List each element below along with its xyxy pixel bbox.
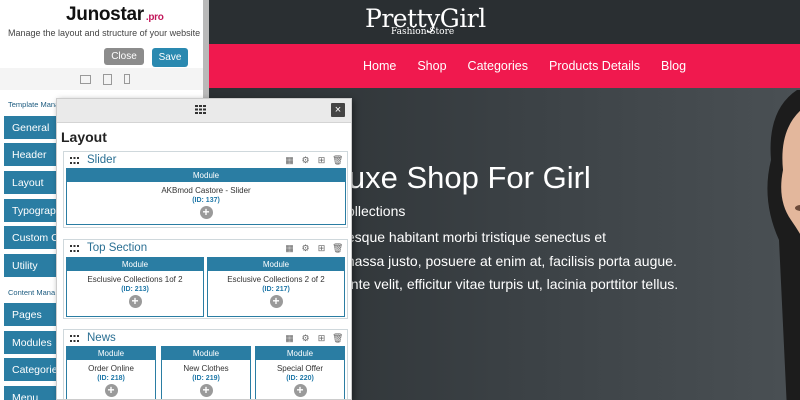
layout-section-slider: Slider ▦ ⚙ ⊞ 🗑 Module AKBmod Castore - S…: [63, 151, 348, 228]
add-icon[interactable]: ⊞: [316, 155, 327, 166]
trash-icon[interactable]: 🗑: [332, 155, 343, 166]
layout-columns-icon[interactable]: ▦: [284, 243, 295, 254]
brand-name: Junostar: [66, 4, 144, 25]
drag-handle-icon[interactable]: [70, 335, 79, 342]
save-button[interactable]: Save: [152, 48, 188, 67]
gear-icon[interactable]: ⚙: [300, 243, 311, 254]
module-name: Esclusive Collections 2 of 2: [227, 275, 325, 284]
add-icon[interactable]: ⊞: [316, 243, 327, 254]
module-id: (ID: 220): [286, 375, 314, 382]
site-nav: Home Shop Categories Products Details Bl…: [209, 44, 800, 88]
module-card: Module New Clothes (ID: 219) +: [161, 346, 251, 399]
module-card: Module AKBmod Castore - Slider (ID: 137)…: [66, 168, 346, 225]
close-icon[interactable]: ×: [331, 103, 345, 117]
trash-icon[interactable]: 🗑: [332, 333, 343, 344]
brand-pro-suffix: .pro: [145, 12, 164, 23]
trash-icon[interactable]: 🗑: [332, 243, 343, 254]
add-module-icon[interactable]: +: [293, 384, 307, 397]
panel-titlebar[interactable]: ×: [57, 99, 351, 123]
add-icon[interactable]: ⊞: [316, 333, 327, 344]
section-title: Slider: [87, 154, 117, 166]
device-switcher: [0, 68, 209, 90]
close-button[interactable]: Close: [104, 48, 144, 65]
tablet-icon[interactable]: [102, 73, 112, 85]
hero-text-line: massa justo, posuere at enim at, facilis…: [343, 253, 677, 269]
nav-shop[interactable]: Shop: [417, 59, 446, 73]
module-header: Module: [67, 258, 203, 271]
template-manager-label: Template Mana: [8, 100, 60, 109]
drag-handle-icon[interactable]: [70, 157, 79, 164]
add-module-icon[interactable]: +: [269, 295, 283, 308]
add-module-icon[interactable]: +: [199, 384, 213, 397]
module-header: Module: [67, 347, 155, 360]
module-header: Module: [256, 347, 344, 360]
grid-drag-icon[interactable]: [195, 105, 206, 114]
module-id: (ID: 213): [121, 286, 149, 293]
module-name: AKBmod Castore - Slider: [161, 186, 251, 195]
mobile-icon[interactable]: [123, 74, 130, 84]
module-header: Module: [208, 258, 344, 271]
content-manager-label: Content Mana: [8, 288, 56, 297]
module-name: Esclusive Collections 1of 2: [87, 275, 183, 284]
gear-icon[interactable]: ⚙: [300, 333, 311, 344]
nav-blog[interactable]: Blog: [661, 59, 686, 73]
brand-logo: Junostar .pro: [66, 4, 164, 26]
section-header: Top Section ▦ ⚙ ⊞ 🗑: [64, 240, 347, 258]
site-header: PrettyGirl Fashion Store: [209, 0, 800, 44]
model-image: [767, 90, 800, 400]
module-card: Module Order Online (ID: 218) +: [66, 346, 156, 399]
module-id: (ID: 219): [192, 375, 220, 382]
layout-section-top: Top Section ▦ ⚙ ⊞ 🗑 Module Esclusive Col…: [63, 239, 348, 319]
module-name: New Clothes: [183, 364, 229, 373]
module-id: (ID: 218): [97, 375, 125, 382]
module-name: Special Offer: [276, 364, 324, 373]
hero-text-line: tesque habitant morbi tristique senectus…: [343, 229, 607, 245]
module-card: Module Esclusive Collections 1of 2 (ID: …: [66, 257, 204, 317]
nav-home[interactable]: Home: [363, 59, 396, 73]
layout-columns-icon[interactable]: ▦: [284, 155, 295, 166]
module-name: Order Online: [88, 364, 134, 373]
module-card: Module Special Offer (ID: 220) +: [255, 346, 345, 399]
add-module-icon[interactable]: +: [104, 384, 118, 397]
nav-categories[interactable]: Categories: [468, 59, 528, 73]
layout-columns-icon[interactable]: ▦: [284, 333, 295, 344]
layout-section-news: News ▦ ⚙ ⊞ 🗑 Module Order Online (ID: 21…: [63, 329, 348, 399]
module-id: (ID: 217): [262, 286, 290, 293]
desktop-icon[interactable]: [79, 74, 91, 84]
add-module-icon[interactable]: +: [199, 206, 213, 219]
layout-panel: × Layout Slider ▦ ⚙ ⊞ 🗑 Module AKBmod Ca…: [56, 98, 352, 400]
module-card: Module Esclusive Collections 2 of 2 (ID:…: [207, 257, 345, 317]
site-logo-subtitle: Fashion Store: [391, 27, 455, 37]
gear-icon[interactable]: ⚙: [300, 155, 311, 166]
hero-title: luxe Shop For Girl: [341, 160, 591, 195]
hero-text-line: ante velit, efficitur vitae turpis ut, l…: [343, 276, 679, 292]
module-id: (ID: 137): [192, 197, 220, 204]
nav-products-details[interactable]: Products Details: [549, 59, 640, 73]
drag-handle-icon[interactable]: [70, 245, 79, 252]
editor-tagline: Manage the layout and structure of your …: [8, 28, 201, 38]
section-title: Top Section: [87, 242, 148, 254]
add-module-icon[interactable]: +: [128, 295, 142, 308]
section-title: News: [87, 332, 116, 344]
module-header: Module: [162, 347, 250, 360]
module-header: Module: [67, 169, 345, 182]
hero-subtitle: ollections: [347, 203, 406, 219]
panel-title: Layout: [61, 129, 107, 145]
